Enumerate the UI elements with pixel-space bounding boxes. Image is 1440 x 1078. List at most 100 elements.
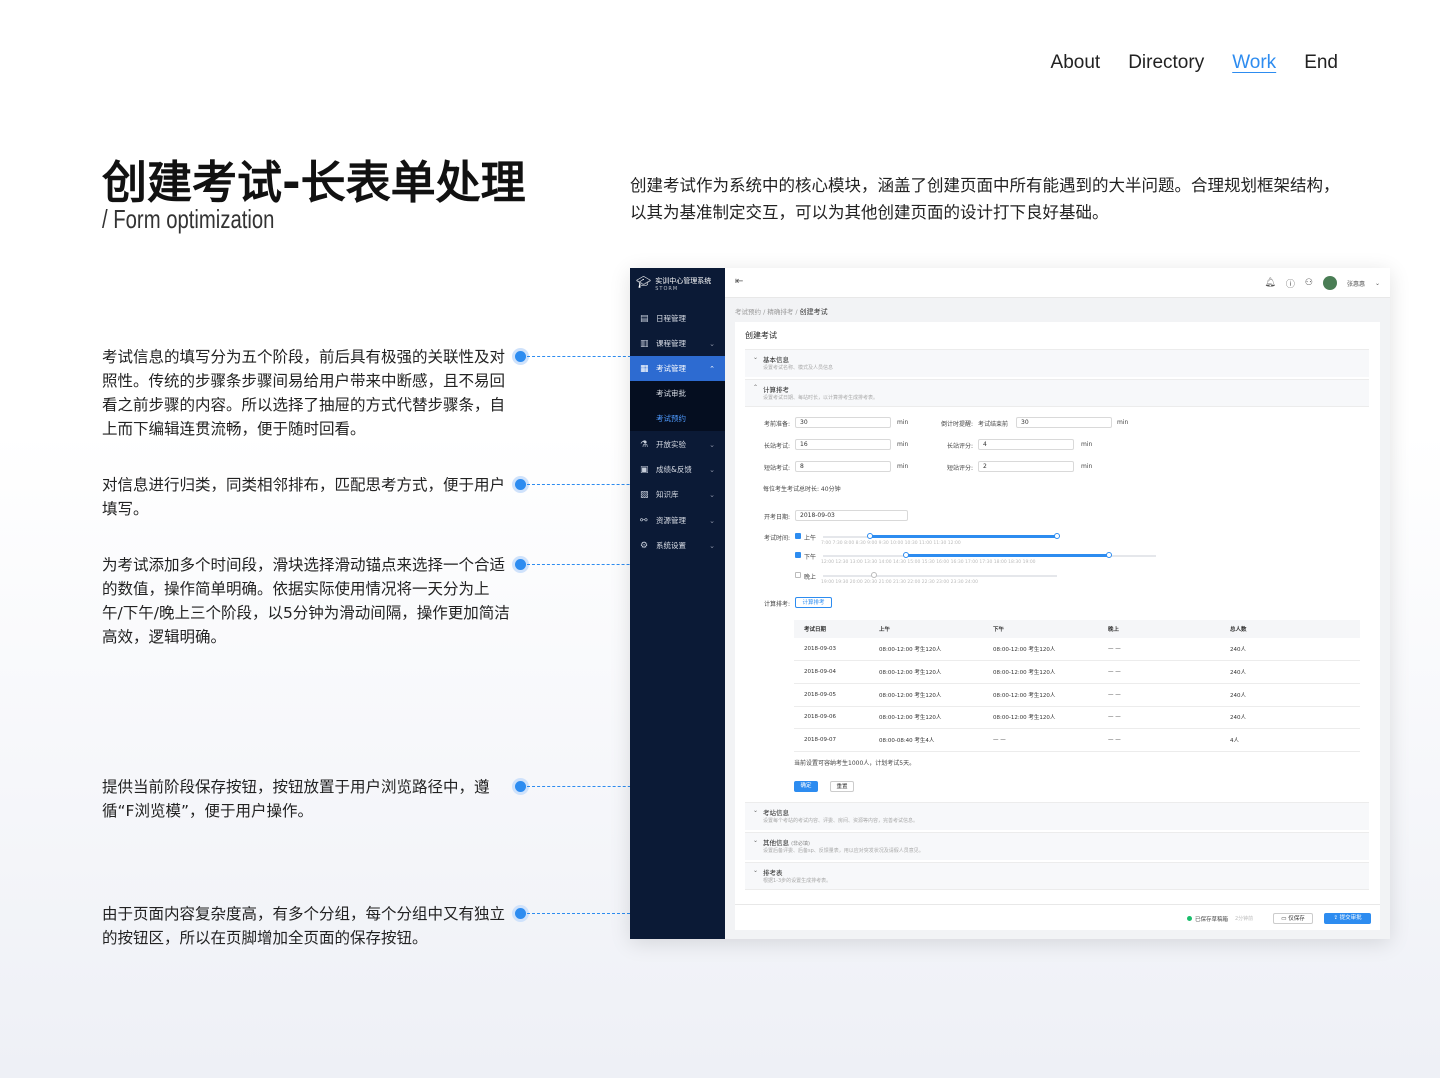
slider-pm-handle-end[interactable]: [1106, 552, 1113, 558]
saved-status: 已保存草稿箱: [1195, 917, 1229, 923]
unit-label: min: [897, 441, 909, 448]
sidebar-item-exam[interactable]: ▦ 考试管理 ⌃: [630, 356, 725, 381]
col-date: 考试日期: [794, 620, 869, 638]
col-total: 总人数: [1220, 620, 1360, 638]
table-header-row: 考试日期 上午 下午 晚上 总人数: [794, 620, 1360, 638]
section-title: 其他信息: [763, 839, 789, 847]
header-actions: 🔔︎ ⓘ ⚇ 张惠惠 ⌄: [1264, 276, 1380, 290]
sidebar: 🎓︎ 实训中心管理系统 STORM ▤ 日程管理 ▥ 课程管理 ⌄ ▦ 考试管理 ⌃ 考试审…: [630, 268, 725, 939]
book-icon: ▥: [640, 338, 649, 349]
user-switch-icon[interactable]: ⚇: [1305, 278, 1313, 288]
summary-text: 当前设置可容纳考生1000人，计划考试5天。: [794, 760, 916, 767]
input-countdown[interactable]: 30: [1016, 417, 1112, 428]
nav-end[interactable]: End: [1304, 52, 1338, 74]
section-title: 基本信息: [763, 356, 789, 364]
library-icon: ▧: [640, 489, 649, 500]
avatar[interactable]: [1322, 276, 1337, 290]
slider-ev-ticks: 19:00 19:30 20:00 20:30 21:00 21:30 22:0…: [821, 580, 978, 585]
period-pm: 下午: [804, 554, 817, 561]
input-station-exam[interactable]: 16: [795, 439, 891, 450]
sidebar-subitem-booking[interactable]: 考试预约: [630, 406, 725, 431]
unit-label: min: [1117, 419, 1129, 426]
label-station-score: 长站评分:: [946, 443, 973, 450]
table-row: 2018-09-05 08:00-12:00 考生120人 08:00-12:00 …: [794, 683, 1360, 707]
slider-am-handle-end[interactable]: [1054, 533, 1060, 539]
input-station-score[interactable]: 4: [978, 439, 1074, 450]
sidebar-item-knowledge[interactable]: ▧ 知识库 ⌄: [630, 482, 725, 507]
section-desc: 设置考试名称、模式及人员信息: [763, 365, 834, 371]
sidebar-item-settings[interactable]: ⚙ 系统设置 ⌄: [630, 533, 725, 558]
reset-button[interactable]: 重置: [830, 781, 854, 792]
app-name: 实训中心管理系统: [655, 277, 712, 285]
slider-pm-handle-start[interactable]: [903, 552, 910, 558]
nav-about[interactable]: About: [1051, 52, 1101, 74]
help-icon[interactable]: ⓘ: [1286, 277, 1295, 290]
nav-directory[interactable]: Directory: [1128, 52, 1204, 74]
sidebar-item-scores[interactable]: ▣ 成绩&反馈 ⌄: [630, 457, 725, 482]
sidebar-item-lab[interactable]: ⚗ 开放实验 ⌄: [630, 432, 725, 457]
label-prep: 考前准备:: [763, 421, 790, 428]
calc-button[interactable]: 计算排考: [795, 597, 832, 608]
slider-ev-handle[interactable]: [871, 572, 877, 578]
slider-am-handle-start[interactable]: [866, 533, 873, 539]
input-short-score[interactable]: 2: [978, 461, 1074, 472]
col-ev: 晚上: [1098, 620, 1220, 638]
chevron-down-icon: ⌄: [709, 465, 715, 474]
section-station-info[interactable]: ⌄ 考站信息 设置每个考站的考试内容、评委、房间、资源等内容，完善考试信息。: [745, 802, 1369, 830]
input-start-date[interactable]: 2018-09-03: [795, 510, 908, 521]
flask-icon: ⚗: [640, 439, 649, 450]
col-am: 上午: [869, 620, 983, 638]
period-ev: 晚上: [804, 574, 817, 581]
calendar-icon: ▤: [640, 313, 649, 324]
table-row: 2018-09-04 08:00-12:00 考生120人 08:00-12:00 …: [794, 660, 1360, 684]
section-desc: 设置后备评委、后备sp、反馈量表，用以应对突发状况及请假人员意见。: [763, 848, 924, 854]
main-card: 创建考试 ⌄ 基本信息 设置考试名称、模式及人员信息 ⌃ 计算排考 设置考试日期…: [735, 322, 1380, 930]
chevron-down-icon: ⌄: [753, 837, 759, 844]
section-schedule[interactable]: ⌄ 排考表 根据1-3步的设置生成排考表。: [745, 862, 1369, 890]
app-window: 🎓︎ 实训中心管理系统 STORM ▤ 日程管理 ▥ 课程管理 ⌄ ▦ 考试管理 ⌃ 考试审…: [630, 268, 1390, 939]
menu-collapse-icon[interactable]: ⇤: [735, 276, 743, 287]
sidebar-subitem-approval[interactable]: 考试审批: [630, 381, 725, 406]
section-other-info[interactable]: ⌄ 其他信息 (非必填) 设置后备评委、后备sp、反馈量表，用以应对突发状况及请…: [745, 832, 1369, 860]
slider-ev-track[interactable]: [823, 575, 1057, 577]
unit-label: min: [1081, 441, 1093, 448]
checkbox-ev[interactable]: [795, 572, 801, 578]
checkbox-pm[interactable]: [795, 552, 801, 558]
annotation-dot: [515, 559, 526, 570]
sidebar-item-schedule[interactable]: ▤ 日程管理: [630, 306, 725, 331]
chat-icon: ▣: [640, 464, 649, 475]
table-row: 2018-09-03 08:00-12:00 考生120人 08:00-12:00 …: [794, 638, 1360, 662]
sidebar-item-course[interactable]: ▥ 课程管理 ⌄: [630, 331, 725, 356]
input-prep[interactable]: 30: [795, 417, 891, 428]
app-subname: STORM: [655, 286, 679, 292]
unit-label: min: [897, 463, 909, 470]
label-start-date: 开考日期:: [763, 514, 790, 521]
checkbox-am[interactable]: [795, 533, 801, 539]
chevron-down-icon: ⌄: [709, 490, 715, 499]
chevron-down-icon[interactable]: ⌄: [1375, 280, 1380, 287]
countdown-prefix: 考试结束前: [978, 421, 1009, 428]
section-basic-info[interactable]: ⌄ 基本信息 设置考试名称、模式及人员信息: [745, 349, 1369, 377]
user-name[interactable]: 张惠惠: [1347, 279, 1365, 288]
slider-am-ticks: 7:00 7:30 8:00 8:30 9:00 9:30 10:00 10:3…: [821, 541, 961, 546]
save-only-button[interactable]: ▭ 仅保存: [1273, 913, 1313, 924]
sidebar-item-resources[interactable]: ⚯ 资源管理 ⌄: [630, 508, 725, 533]
nav-work[interactable]: Work: [1232, 52, 1276, 74]
bell-icon[interactable]: 🔔︎: [1264, 278, 1275, 288]
slider-pm-fill: [906, 554, 1110, 557]
note-drawer: 考试信息的填写分为五个阶段，前后具有极强的关联性及对照性。传统的步骤条步骤间易给…: [102, 348, 506, 438]
input-short-exam[interactable]: 8: [795, 461, 891, 472]
graduation-cap-icon: 🎓︎: [636, 275, 652, 289]
note-slider: 为考试添加多个时间段，滑块选择滑动锚点来选择一个合适的数值，操作简单明确。依据实…: [102, 556, 510, 646]
chevron-up-icon: ⌃: [753, 384, 759, 391]
annotation-dot: [515, 908, 526, 919]
section-calc[interactable]: ⌃ 计算排考 设置考试日期、每站时长，以计算排考生成排考表。: [745, 379, 1369, 407]
confirm-button[interactable]: 确定: [794, 781, 818, 792]
exam-icon: ▦: [640, 363, 649, 374]
label-station-exam: 长站考试:: [763, 443, 790, 450]
breadcrumb: 考试预约 / 精确排考 / 创建考试: [735, 308, 828, 316]
chevron-down-icon: ⌄: [709, 516, 715, 525]
submit-button[interactable]: ⇪ 提交审批: [1324, 913, 1371, 924]
app-header: ⇤ 🔔︎ ⓘ ⚇ 张惠惠 ⌄: [725, 268, 1390, 298]
gear-icon: ⚙: [640, 540, 649, 551]
